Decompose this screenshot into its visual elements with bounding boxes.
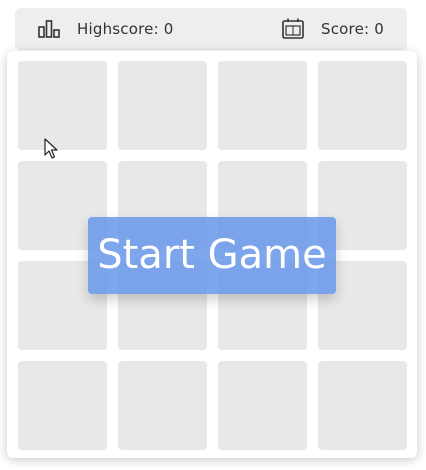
start-game-button[interactable]: Start Game — [88, 217, 336, 294]
board-tile[interactable] — [218, 61, 307, 150]
board-tile[interactable] — [18, 361, 107, 450]
scoreboard-icon — [282, 18, 304, 39]
score-header: Highscore: 0 Score: 0 — [15, 8, 407, 50]
board-tile[interactable] — [18, 61, 107, 150]
board-tile[interactable] — [318, 61, 407, 150]
mouse-pointer-icon — [44, 138, 58, 159]
board-tile[interactable] — [218, 361, 307, 450]
board-tile[interactable] — [118, 361, 207, 450]
board-tile[interactable] — [118, 61, 207, 150]
board-tile[interactable] — [318, 361, 407, 450]
bar-chart-icon — [38, 20, 60, 38]
score-label: Score: 0 — [321, 20, 384, 38]
highscore-label: Highscore: 0 — [77, 20, 174, 38]
